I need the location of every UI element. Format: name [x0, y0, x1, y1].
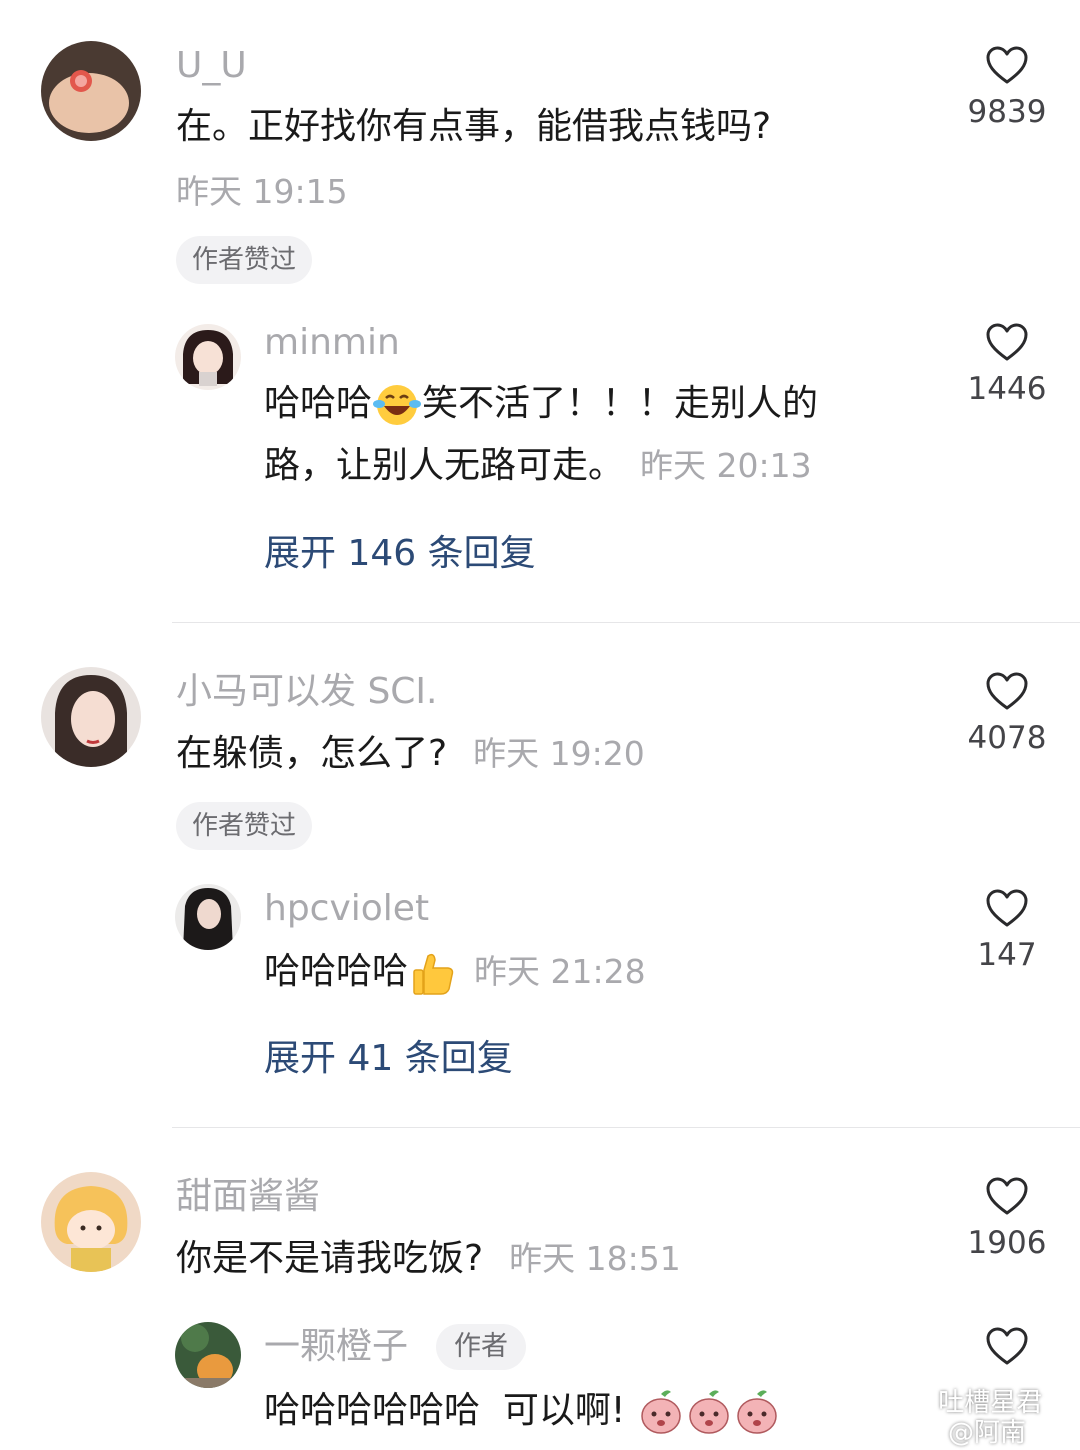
- reply-text-part: 笑不活了！！！走别人的: [422, 383, 819, 424]
- like-count: 1446: [967, 371, 1047, 407]
- avatar[interactable]: [175, 324, 241, 390]
- reply-text-line: 哈哈哈哈 昨天 21:28: [264, 948, 646, 998]
- avatar[interactable]: [41, 1172, 141, 1272]
- like-count: 1906: [967, 1225, 1047, 1261]
- like-count: 9839: [967, 94, 1047, 130]
- watermark: @阿南: [948, 1412, 1026, 1449]
- reply-text-part: 路，让别人无路可走。: [264, 445, 625, 486]
- reply-text: 哈哈哈哈: [264, 951, 409, 992]
- peach-face-emoji: [689, 1390, 729, 1434]
- reply-username[interactable]: minmin: [264, 323, 400, 363]
- like-button[interactable]: 1906: [952, 1175, 1062, 1263]
- like-button[interactable]: [952, 1325, 1062, 1367]
- like-count: 4078: [967, 720, 1047, 756]
- heart-outline-icon: [986, 323, 1028, 361]
- avatar[interactable]: [41, 41, 141, 141]
- divider: [172, 622, 1080, 623]
- wechat-icon: [891, 1389, 928, 1417]
- like-button[interactable]: 147: [952, 887, 1062, 975]
- comment-time: 昨天 18:51: [509, 1239, 681, 1278]
- peach-face-emoji: [641, 1390, 681, 1434]
- reply-text: 哈哈哈哈哈哈 可以啊!: [264, 1390, 626, 1431]
- comment-text: 在。正好找你有点事，能借我点钱吗?: [176, 106, 772, 147]
- expand-replies-link[interactable]: 展开 146 条回复: [264, 532, 536, 576]
- author-liked-badge: 作者赞过: [176, 802, 313, 850]
- peach-face-emoji: [737, 1390, 777, 1434]
- reply-text-line: 哈哈哈哈哈哈 可以啊!: [264, 1388, 781, 1436]
- comment-time: 昨天 19:20: [473, 734, 645, 773]
- laughing-tears-emoji: [373, 385, 422, 425]
- reply-username[interactable]: 一颗橙子: [264, 1327, 408, 1367]
- comment-text-line: 你是不是请我吃饭? 昨天 18:51: [176, 1237, 681, 1281]
- author-tag: 作者: [436, 1324, 526, 1370]
- avatar[interactable]: [175, 1322, 241, 1388]
- username[interactable]: 小马可以发 SCI.: [176, 672, 438, 712]
- username[interactable]: U_U: [176, 46, 247, 86]
- heart-outline-icon: [986, 889, 1028, 927]
- comment-text: 在躲债，怎么了?: [176, 733, 448, 774]
- avatar[interactable]: [41, 667, 141, 767]
- like-button[interactable]: 1446: [952, 321, 1062, 409]
- like-button[interactable]: 9839: [952, 44, 1062, 132]
- author-liked-badge: 作者赞过: [176, 236, 313, 284]
- username[interactable]: 甜面酱酱: [176, 1177, 320, 1217]
- like-count: 147: [977, 937, 1037, 973]
- comment-time: 昨天 19:15: [176, 172, 348, 211]
- comment-text: 你是不是请我吃饭?: [176, 1238, 484, 1279]
- reply-text-line2: 路，让别人无路可走。 昨天 20:13: [264, 444, 812, 488]
- divider: [172, 1127, 1080, 1128]
- comment-text-line: 在躲债，怎么了? 昨天 19:20: [176, 732, 645, 776]
- reply-time: 昨天 21:28: [474, 952, 646, 991]
- watermark-line2: @阿南: [948, 1418, 1027, 1448]
- reply-time: 昨天 20:13: [640, 446, 812, 485]
- heart-outline-icon: [986, 1327, 1028, 1365]
- thumbs-up-emoji: [413, 953, 454, 995]
- like-button[interactable]: 4078: [952, 670, 1062, 758]
- reply-text-part: 哈哈哈: [264, 383, 373, 424]
- expand-replies-link[interactable]: 展开 41 条回复: [264, 1037, 513, 1081]
- heart-outline-icon: [986, 1177, 1028, 1215]
- reply-username[interactable]: hpcviolet: [264, 889, 429, 929]
- heart-outline-icon: [986, 672, 1028, 710]
- avatar[interactable]: [175, 884, 241, 950]
- heart-outline-icon: [986, 46, 1028, 84]
- reply-text-line1: 哈哈哈 笑不活了！！！走别人的: [264, 382, 818, 428]
